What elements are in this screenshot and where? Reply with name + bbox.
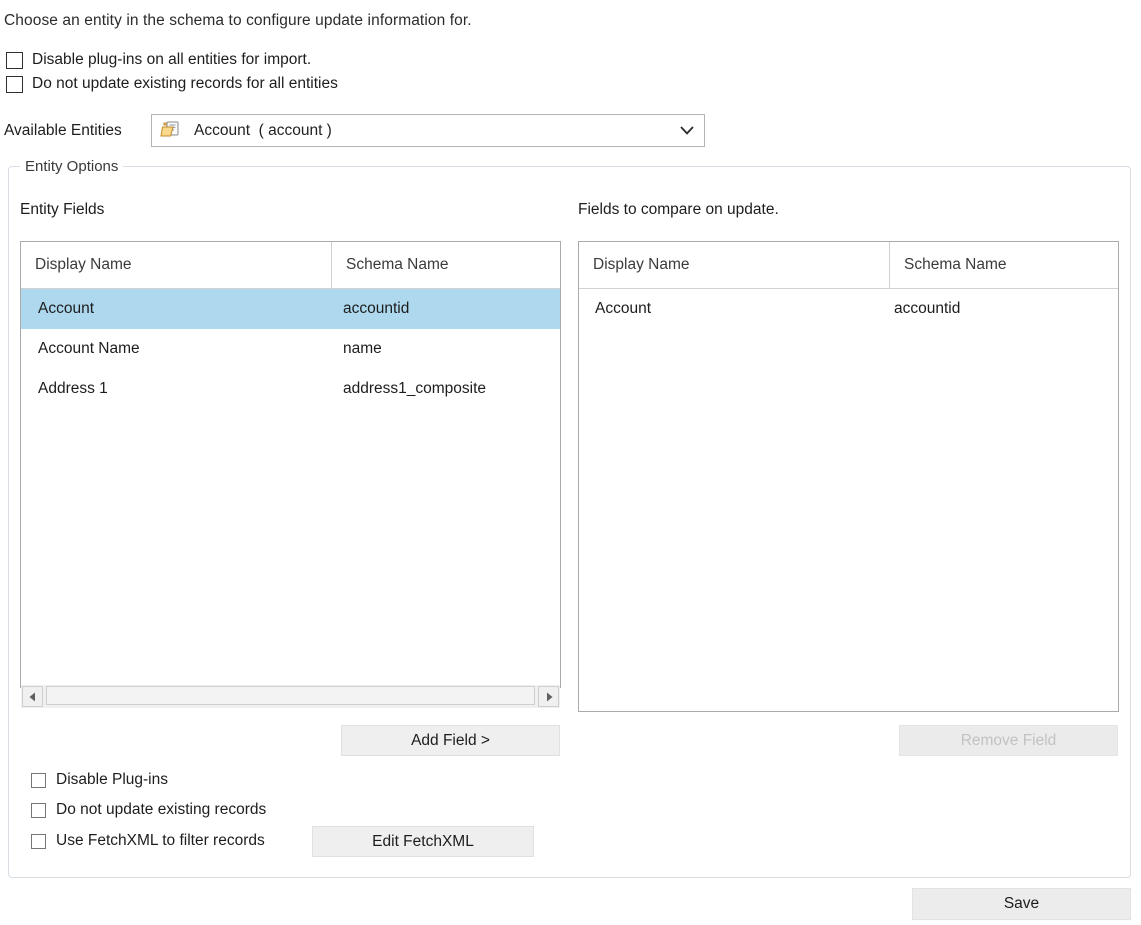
checkbox-box-icon[interactable] <box>31 772 46 788</box>
table-row[interactable]: Address 1 address1_composite <box>21 369 560 409</box>
page-instruction: Choose an entity in the schema to config… <box>4 12 472 29</box>
cell-display-name: Account <box>595 300 652 317</box>
chevron-down-icon[interactable] <box>670 115 704 146</box>
entity-fields-caption: Entity Fields <box>20 201 105 218</box>
cell-display-name: Account <box>38 300 95 317</box>
checkbox-box-icon[interactable] <box>31 802 46 818</box>
checkbox-label: Do not update existing records <box>56 801 267 818</box>
add-field-button[interactable]: Add Field > <box>341 725 560 756</box>
column-header-display-name[interactable]: Display Name <box>579 242 890 288</box>
table-row[interactable]: Account accountid <box>21 289 560 329</box>
available-entities-label: Available Entities <box>4 122 122 139</box>
cell-display-name: Account Name <box>38 340 140 357</box>
entity-update-configuration-page: Choose an entity in the schema to config… <box>0 0 1141 925</box>
cell-schema-name: accountid <box>343 300 410 317</box>
checkbox-box-icon[interactable] <box>31 833 46 849</box>
column-header-display-name[interactable]: Display Name <box>21 242 332 288</box>
compare-fields-caption: Fields to compare on update. <box>578 201 779 218</box>
checkbox-use-fetchxml[interactable]: Use FetchXML to filter records <box>31 832 265 850</box>
compare-fields-list-header: Display Name Schema Name <box>579 242 1118 289</box>
arrow-right-icon[interactable] <box>538 686 559 707</box>
remove-field-button[interactable]: Remove Field <box>899 725 1118 756</box>
entity-fields-horizontal-scrollbar[interactable] <box>21 685 560 708</box>
entity-fields-list[interactable]: Display Name Schema Name Account account… <box>20 241 561 688</box>
checkbox-box-icon[interactable] <box>6 51 23 69</box>
save-button[interactable]: Save <box>912 888 1131 920</box>
entity-options-legend: Entity Options <box>20 158 124 175</box>
checkbox-no-update-all-entities[interactable]: Do not update existing records for all e… <box>6 75 338 93</box>
entity-fields-list-header: Display Name Schema Name <box>21 242 560 289</box>
checkbox-no-update-existing[interactable]: Do not update existing records <box>31 801 266 819</box>
cell-schema-name: name <box>343 340 382 357</box>
checkbox-label: Disable plug-ins on all entities for imp… <box>32 51 312 68</box>
checkbox-label: Do not update existing records for all e… <box>32 75 338 92</box>
cell-schema-name: address1_composite <box>343 380 487 397</box>
edit-fetchxml-button[interactable]: Edit FetchXML <box>312 826 534 857</box>
compare-fields-list[interactable]: Display Name Schema Name Account account… <box>578 241 1119 712</box>
folder-document-icon <box>160 120 184 142</box>
arrow-left-icon[interactable] <box>22 686 43 707</box>
table-row[interactable]: Account Name name <box>21 329 560 369</box>
column-header-schema-name[interactable]: Schema Name <box>332 242 560 288</box>
checkbox-box-icon[interactable] <box>6 75 23 93</box>
checkbox-disable-plugins-all-entities[interactable]: Disable plug-ins on all entities for imp… <box>6 51 311 69</box>
checkbox-disable-plugins[interactable]: Disable Plug-ins <box>31 771 168 789</box>
scrollbar-track[interactable] <box>44 685 537 708</box>
cell-schema-name: accountid <box>894 300 961 317</box>
checkbox-label: Disable Plug-ins <box>56 771 168 788</box>
table-row[interactable]: Account accountid <box>579 289 1118 329</box>
available-entities-dropdown[interactable]: Account ( account ) <box>151 114 705 147</box>
checkbox-label: Use FetchXML to filter records <box>56 832 265 849</box>
column-header-schema-name[interactable]: Schema Name <box>890 242 1118 288</box>
scrollbar-thumb[interactable] <box>46 686 535 705</box>
available-entities-value: Account ( account ) <box>194 121 332 139</box>
cell-display-name: Address 1 <box>38 380 108 397</box>
